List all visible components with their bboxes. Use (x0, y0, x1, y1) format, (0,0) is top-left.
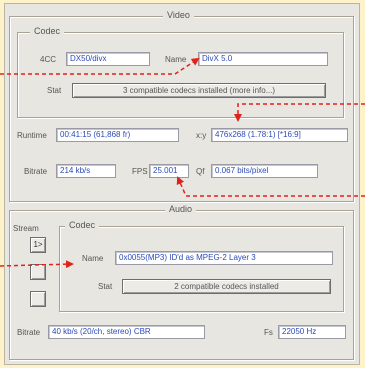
fs-field[interactable]: 22050 Hz (278, 325, 346, 339)
qf-field[interactable]: 0.067 bits/pixel (211, 164, 318, 178)
video-legend: Video (163, 10, 194, 20)
qf-label: Qf (196, 167, 205, 176)
xy-field[interactable]: 476x268 (1.78:1) [*16:9] (211, 128, 348, 142)
audio-name-field[interactable]: 0x0055(MP3) ID'd as MPEG-2 Layer 3 (115, 251, 333, 265)
audio-stat-label: Stat (98, 282, 113, 291)
fourcc-field[interactable]: DX50/divx (66, 52, 150, 66)
fps-field[interactable]: 25.001 (149, 164, 189, 178)
audio-bitrate-label: Bitrate (17, 328, 41, 337)
stream-button-1[interactable]: 1> (30, 237, 46, 253)
screenshot-stage: Video Codec 4CC DX50/divx Name DivX 5.0 … (0, 0, 365, 368)
audio-legend: Audio (165, 204, 197, 214)
video-name-field[interactable]: DivX 5.0 (198, 52, 328, 66)
stream-button-2[interactable] (30, 264, 46, 280)
video-codec-group (17, 32, 344, 118)
audio-codec-legend: Codec (65, 220, 100, 230)
video-bitrate-field[interactable]: 214 kb/s (56, 164, 116, 178)
video-codec-legend: Codec (30, 26, 65, 36)
stream-label: Stream (13, 224, 39, 233)
fs-label: Fs (264, 328, 273, 337)
audio-bitrate-field[interactable]: 40 kb/s (20/ch, stereo) CBR (48, 325, 205, 339)
video-name-label: Name (165, 55, 187, 64)
xy-label: x:y (196, 131, 207, 140)
fps-label: FPS (132, 167, 148, 176)
file-info-window: Video Codec 4CC DX50/divx Name DivX 5.0 … (4, 3, 360, 365)
video-stat-button[interactable]: 3 compatible codecs installed (more info… (72, 83, 326, 98)
runtime-field[interactable]: 00:41:15 (61,868 fr) (56, 128, 179, 142)
audio-name-label: Name (82, 254, 104, 263)
video-stat-label: Stat (47, 86, 62, 95)
stream-button-3[interactable] (30, 291, 46, 307)
audio-stat-button[interactable]: 2 compatible codecs installed (122, 279, 331, 294)
audio-codec-group (59, 226, 344, 312)
fourcc-label: 4CC (40, 55, 57, 64)
video-bitrate-label: Bitrate (24, 167, 48, 176)
runtime-label: Runtime (17, 131, 47, 140)
